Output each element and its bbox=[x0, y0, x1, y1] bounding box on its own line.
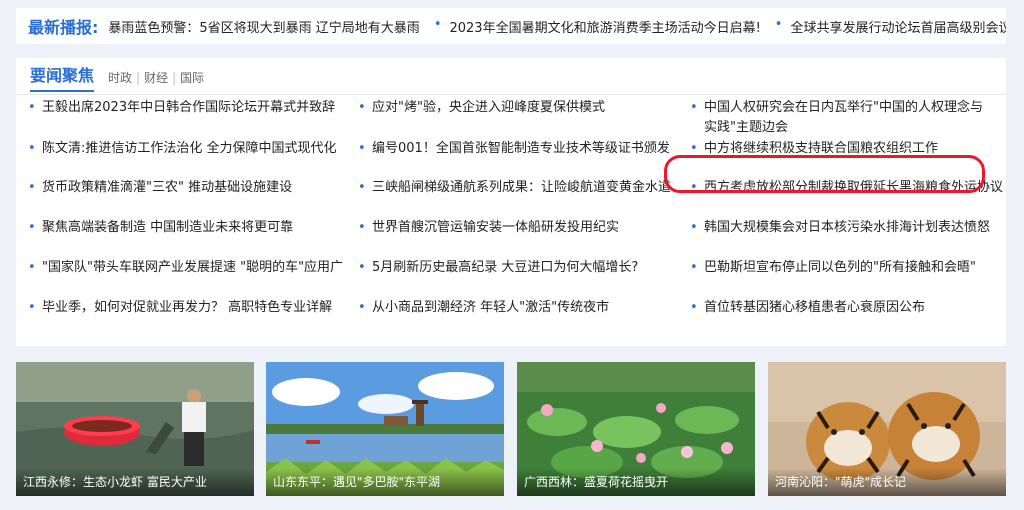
photo-cards: 江西永修：生态小龙虾 富民大产业 山东东平：遇见"多巴胺"东平湖 广西西林：盛夏… bbox=[16, 362, 1006, 496]
ticker-item[interactable]: 暴雨蓝色预警：5省区将现大到暴雨 辽宁局地有大暴雨 bbox=[108, 17, 419, 36]
photo-card[interactable]: 江西永修：生态小龙虾 富民大产业 bbox=[16, 362, 254, 496]
photo-card[interactable]: 广西西林：盛夏荷花摇曳开 bbox=[517, 362, 755, 496]
bullet-icon: • bbox=[433, 16, 442, 32]
ticker-item[interactable]: 2023年全国暑期文化和旅游消费季主场活动今日启幕! bbox=[449, 17, 760, 36]
tag-politics[interactable]: 时政 bbox=[108, 71, 132, 85]
news-column-2: 应对"烤"验，央企进入迎峰度夏保供模式 编号001！全国首张智能制造专业技术等级… bbox=[358, 98, 678, 318]
ticker-items: 暴雨蓝色预警：5省区将现大到暴雨 辽宁局地有大暴雨 • 2023年全国暑期文化和… bbox=[108, 17, 1006, 36]
news-ticker: 最新播报: 暴雨蓝色预警：5省区将现大到暴雨 辽宁局地有大暴雨 • 2023年全… bbox=[16, 8, 1006, 44]
news-link[interactable]: 从小商品到潮经济 年轻人"激活"传统夜市 bbox=[358, 298, 678, 318]
photo-card[interactable]: 山东东平：遇见"多巴胺"东平湖 bbox=[266, 362, 504, 496]
news-link[interactable]: 编号001！全国首张智能制造专业技术等级证书颁发 bbox=[358, 139, 678, 159]
tag-international[interactable]: 国际 bbox=[180, 71, 204, 85]
highlight-outline bbox=[664, 155, 985, 193]
ticker-item[interactable]: 全球共享发展行动论坛首届高级别会议将在 bbox=[790, 17, 1006, 36]
news-link[interactable]: 韩国大规模集会对日本核污染水排海计划表达愤怒 bbox=[690, 218, 990, 238]
news-focus-panel: 要闻聚焦 时政|财经|国际 王毅出席2023年中日韩合作国际论坛开幕式并致辞 陈… bbox=[16, 58, 1006, 346]
news-column-3: 中国人权研究会在日内瓦举行"中国的人权理念与实践"主题边会 中方将继续积极支持联… bbox=[690, 98, 1003, 318]
news-link[interactable]: 王毅出席2023年中日韩合作国际论坛开幕式并致辞 bbox=[28, 98, 348, 118]
news-link[interactable]: "国家队"带头车联网产业发展提速 "聪明的车"应用广 bbox=[28, 258, 348, 278]
category-tags: 时政 | 财经 | 国际 bbox=[108, 71, 205, 85]
news-link[interactable]: 货币政策精准滴灌"三农" 推动基础设施建设 bbox=[28, 178, 348, 198]
panel-title[interactable]: 要闻聚焦 bbox=[30, 62, 95, 92]
news-link[interactable]: 首位转基因猪心移植患者心衰原因公布 bbox=[690, 298, 990, 318]
photo-caption[interactable]: 江西永修：生态小龙虾 富民大产业 bbox=[16, 468, 254, 496]
tag-finance[interactable]: 财经 bbox=[144, 71, 168, 85]
news-link[interactable]: 聚焦高端装备制造 中国制造业未来将更可靠 bbox=[28, 218, 348, 238]
news-link[interactable]: 应对"烤"验，央企进入迎峰度夏保供模式 bbox=[358, 98, 678, 118]
photo-caption[interactable]: 河南沁阳："萌虎"成长记 bbox=[768, 468, 1006, 496]
photo-caption[interactable]: 广西西林：盛夏荷花摇曳开 bbox=[517, 468, 755, 496]
news-link[interactable]: 中国人权研究会在日内瓦举行"中国的人权理念与实践"主题边会 bbox=[690, 98, 994, 138]
panel-header: 要闻聚焦 时政 | 财经 | 国际 bbox=[30, 66, 204, 92]
news-link[interactable]: 5月刷新历史最高纪录 大豆进口为何大幅增长? bbox=[358, 258, 678, 278]
news-link[interactable]: 三峡船闸梯级通航系列成果：让险峻航道变黄金水道 bbox=[358, 178, 678, 198]
news-column-1: 王毅出席2023年中日韩合作国际论坛开幕式并致辞 陈文清:推进信访工作法治化 全… bbox=[28, 98, 348, 318]
news-link[interactable]: 陈文清:推进信访工作法治化 全力保障中国式现代化 bbox=[28, 139, 348, 159]
ticker-label: 最新播报: bbox=[28, 18, 99, 37]
header-divider bbox=[16, 94, 1006, 95]
photo-card[interactable]: 河南沁阳："萌虎"成长记 bbox=[768, 362, 1006, 496]
bullet-icon: • bbox=[774, 16, 783, 32]
photo-caption[interactable]: 山东东平：遇见"多巴胺"东平湖 bbox=[266, 468, 504, 496]
news-link[interactable]: 巴勒斯坦宣布停止同以色列的"所有接触和会晤" bbox=[690, 258, 990, 278]
news-link[interactable]: 世界首艘沉管运输安装一体船研发投用纪实 bbox=[358, 218, 678, 238]
news-link[interactable]: 毕业季，如何对促就业再发力？ 高职特色专业详解 bbox=[28, 298, 348, 318]
